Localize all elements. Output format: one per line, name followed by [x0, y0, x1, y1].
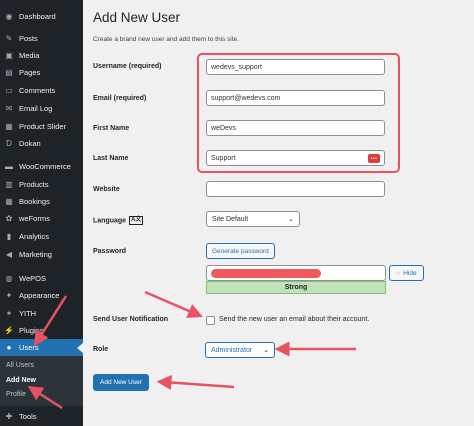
- sidebar-item-media[interactable]: ▣ Media: [0, 47, 83, 64]
- submenu-profile[interactable]: Profile: [6, 391, 26, 398]
- sidebar-item-label: Posts: [19, 34, 38, 43]
- notification-text: Send the new user an email about their a…: [219, 316, 370, 323]
- translate-icon: A文: [129, 216, 144, 225]
- users-submenu: All Users Add New Profile: [0, 356, 83, 406]
- submenu-all-users[interactable]: All Users: [6, 362, 34, 369]
- sidebar-item-tools[interactable]: ✚ Tools: [0, 408, 83, 425]
- password-mask: [211, 269, 321, 278]
- slider-icon: ▦: [5, 121, 13, 131]
- page-title: Add New User: [93, 10, 181, 25]
- comments-icon: ▭: [5, 85, 13, 95]
- dashboard-icon: ◉: [5, 11, 13, 21]
- pin-icon: ✎: [5, 33, 13, 43]
- chevron-down-icon: ⌄: [263, 347, 269, 354]
- sidebar-item-label: Media: [19, 51, 40, 60]
- send-notification-checkbox[interactable]: [206, 316, 215, 325]
- sidebar-item-woocommerce[interactable]: ▬ WooCommerce: [0, 158, 83, 175]
- first-name-label: First Name: [93, 125, 130, 132]
- generate-password-button[interactable]: Generate password: [206, 243, 275, 259]
- sidebar-item-label: weForms: [19, 214, 50, 223]
- password-label: Password: [93, 248, 127, 255]
- hide-password-button[interactable]: ◌ Hide: [389, 265, 424, 281]
- sidebar-item-label: Analytics: [19, 232, 50, 241]
- sidebar-item-label: Tools: [19, 412, 37, 421]
- sidebar-item-label: Comments: [19, 86, 56, 95]
- sidebar-item-label: Email Log: [19, 104, 53, 113]
- sidebar-item-plugins[interactable]: ⚡ Plugins: [0, 322, 83, 339]
- pages-icon: ▤: [5, 67, 13, 77]
- plugins-icon: ⚡: [4, 325, 14, 335]
- password-strength-indicator: Strong: [206, 281, 386, 294]
- sidebar-item-dashboard[interactable]: ◉ Dashboard: [0, 8, 83, 25]
- sidebar-item-label: Marketing: [19, 250, 52, 259]
- sidebar-item-analytics[interactable]: ▮ Analytics: [0, 228, 83, 245]
- role-value: Administrator: [211, 346, 253, 354]
- sidebar-item-weforms[interactable]: ✿ weForms: [0, 210, 83, 227]
- media-icon: ▣: [5, 50, 13, 60]
- language-value: Site Default: [212, 215, 249, 223]
- products-icon: ▥: [5, 179, 13, 189]
- sidebar-item-label: YITH: [19, 309, 37, 318]
- sidebar-item-yith[interactable]: ✶ YITH: [0, 305, 83, 322]
- website-label: Website: [93, 186, 120, 193]
- sidebar-item-label: WooCommerce: [19, 162, 71, 171]
- sidebar-item-label: Users: [19, 343, 39, 352]
- woocommerce-icon: ▬: [5, 161, 13, 171]
- page-description: Create a brand new user and add them to …: [93, 36, 239, 43]
- yith-icon: ✶: [5, 308, 13, 318]
- sidebar-item-label: Dashboard: [19, 12, 56, 21]
- language-select[interactable]: Site Default ⌄: [206, 211, 300, 227]
- sidebar-item-users[interactable]: ● Users: [0, 339, 83, 356]
- chevron-down-icon: ⌄: [288, 216, 294, 223]
- email-label: Email (required): [93, 95, 147, 102]
- dokan-icon: D: [6, 138, 12, 148]
- sidebar-item-posts[interactable]: ✎ Posts: [0, 30, 83, 47]
- add-new-user-button[interactable]: Add New User: [93, 374, 149, 391]
- main-content: Add New User Create a brand new user and…: [83, 0, 474, 426]
- sidebar-item-bookings[interactable]: ▦ Bookings: [0, 193, 83, 210]
- sidebar-item-label: WePOS: [19, 274, 46, 283]
- sidebar-item-dokan[interactable]: D Dokan: [0, 135, 83, 152]
- last-name-label: Last Name: [93, 155, 129, 162]
- sidebar-item-label: Appearance: [19, 291, 60, 300]
- highlight-box: [197, 53, 400, 173]
- password-field[interactable]: [206, 265, 386, 281]
- marketing-icon: ◀: [5, 249, 13, 259]
- sidebar-item-label: Dokan: [19, 139, 41, 148]
- bookings-icon: ▦: [5, 196, 13, 206]
- sidebar-item-products[interactable]: ▥ Products: [0, 176, 83, 193]
- language-label: Language: [93, 217, 127, 225]
- role-select[interactable]: Administrator ⌄: [205, 342, 275, 358]
- role-label: Role: [93, 346, 109, 353]
- eye-slash-icon: ◌: [396, 269, 401, 277]
- notification-label: Send User Notification: [93, 316, 169, 323]
- users-icon: ●: [6, 342, 12, 352]
- website-field[interactable]: [206, 181, 385, 197]
- hide-label: Hide: [403, 269, 417, 277]
- weforms-icon: ✿: [5, 213, 13, 223]
- analytics-icon: ▮: [6, 231, 12, 241]
- language-label-row: Language A文: [93, 216, 144, 225]
- sidebar-item-label: Bookings: [19, 197, 50, 206]
- sidebar-item-marketing[interactable]: ◀ Marketing: [0, 246, 83, 263]
- wepos-icon: ◍: [5, 273, 13, 283]
- sidebar-item-comments[interactable]: ▭ Comments: [0, 82, 83, 99]
- sidebar-item-product-slider[interactable]: ▦ Product Slider: [0, 118, 83, 135]
- admin-sidebar: ◉ Dashboard ✎ Posts ▣ Media ▤ Pages ▭ Comment…: [0, 0, 83, 426]
- sidebar-item-label: Plugins: [19, 326, 44, 335]
- tools-icon: ✚: [5, 411, 13, 421]
- appearance-icon: ✦: [5, 290, 13, 300]
- sidebar-item-appearance[interactable]: ✦ Appearance: [0, 287, 83, 304]
- sidebar-item-label: Pages: [19, 68, 41, 77]
- submenu-add-new[interactable]: Add New: [6, 377, 36, 384]
- sidebar-item-label: Product Slider: [19, 122, 67, 131]
- sidebar-item-label: Products: [19, 180, 49, 189]
- email-icon: ✉: [5, 103, 13, 113]
- username-label: Username (required): [93, 63, 162, 70]
- sidebar-item-wepos[interactable]: ◍ WePOS: [0, 270, 83, 287]
- sidebar-item-email-log[interactable]: ✉ Email Log: [0, 100, 83, 117]
- sidebar-item-pages[interactable]: ▤ Pages: [0, 64, 83, 81]
